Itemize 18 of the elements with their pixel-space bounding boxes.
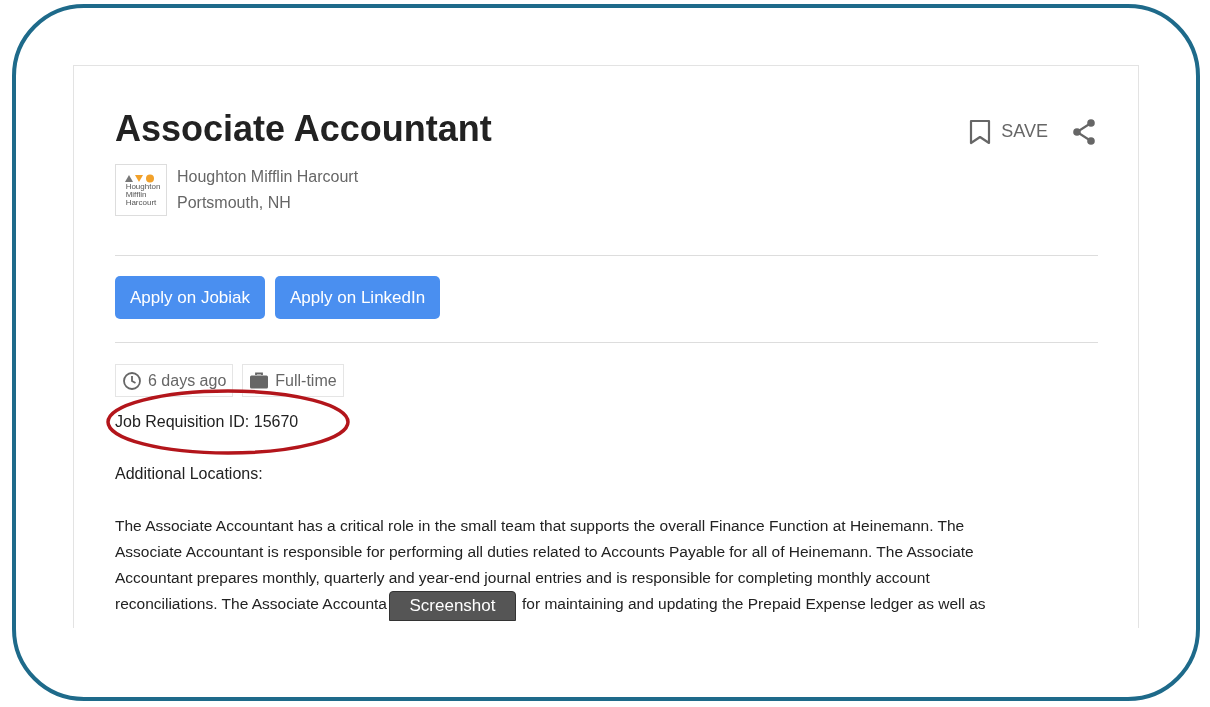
- share-icon[interactable]: [1072, 118, 1096, 145]
- description-text: reconciliations. The Associate Accounta: [115, 594, 387, 614]
- requisition-id: Job Requisition ID: 15670: [115, 412, 300, 432]
- job-location: Portsmouth, NH: [177, 193, 292, 213]
- clock-icon: [122, 370, 142, 391]
- job-title: Associate Accountant: [115, 108, 492, 150]
- briefcase-icon: [249, 371, 270, 390]
- tooltip: Screenshot: [389, 591, 516, 621]
- tag-label: 6 days ago: [148, 370, 227, 391]
- save-button[interactable]: SAVE: [969, 118, 1048, 145]
- bookmark-icon: [969, 118, 992, 145]
- company-logo: Houghton Mifflin Harcourt: [115, 164, 167, 216]
- company-name: Houghton Mifflin Harcourt: [177, 167, 359, 187]
- tag-label: Full-time: [275, 370, 337, 391]
- apply-button[interactable]: Apply on Jobiak: [115, 276, 266, 319]
- description-text: for maintaining and updating the Prepaid Expense ledger as well as: [522, 594, 986, 614]
- apply-button[interactable]: Apply on LinkedIn: [275, 276, 441, 319]
- additional-locations: Additional Locations:: [115, 464, 264, 484]
